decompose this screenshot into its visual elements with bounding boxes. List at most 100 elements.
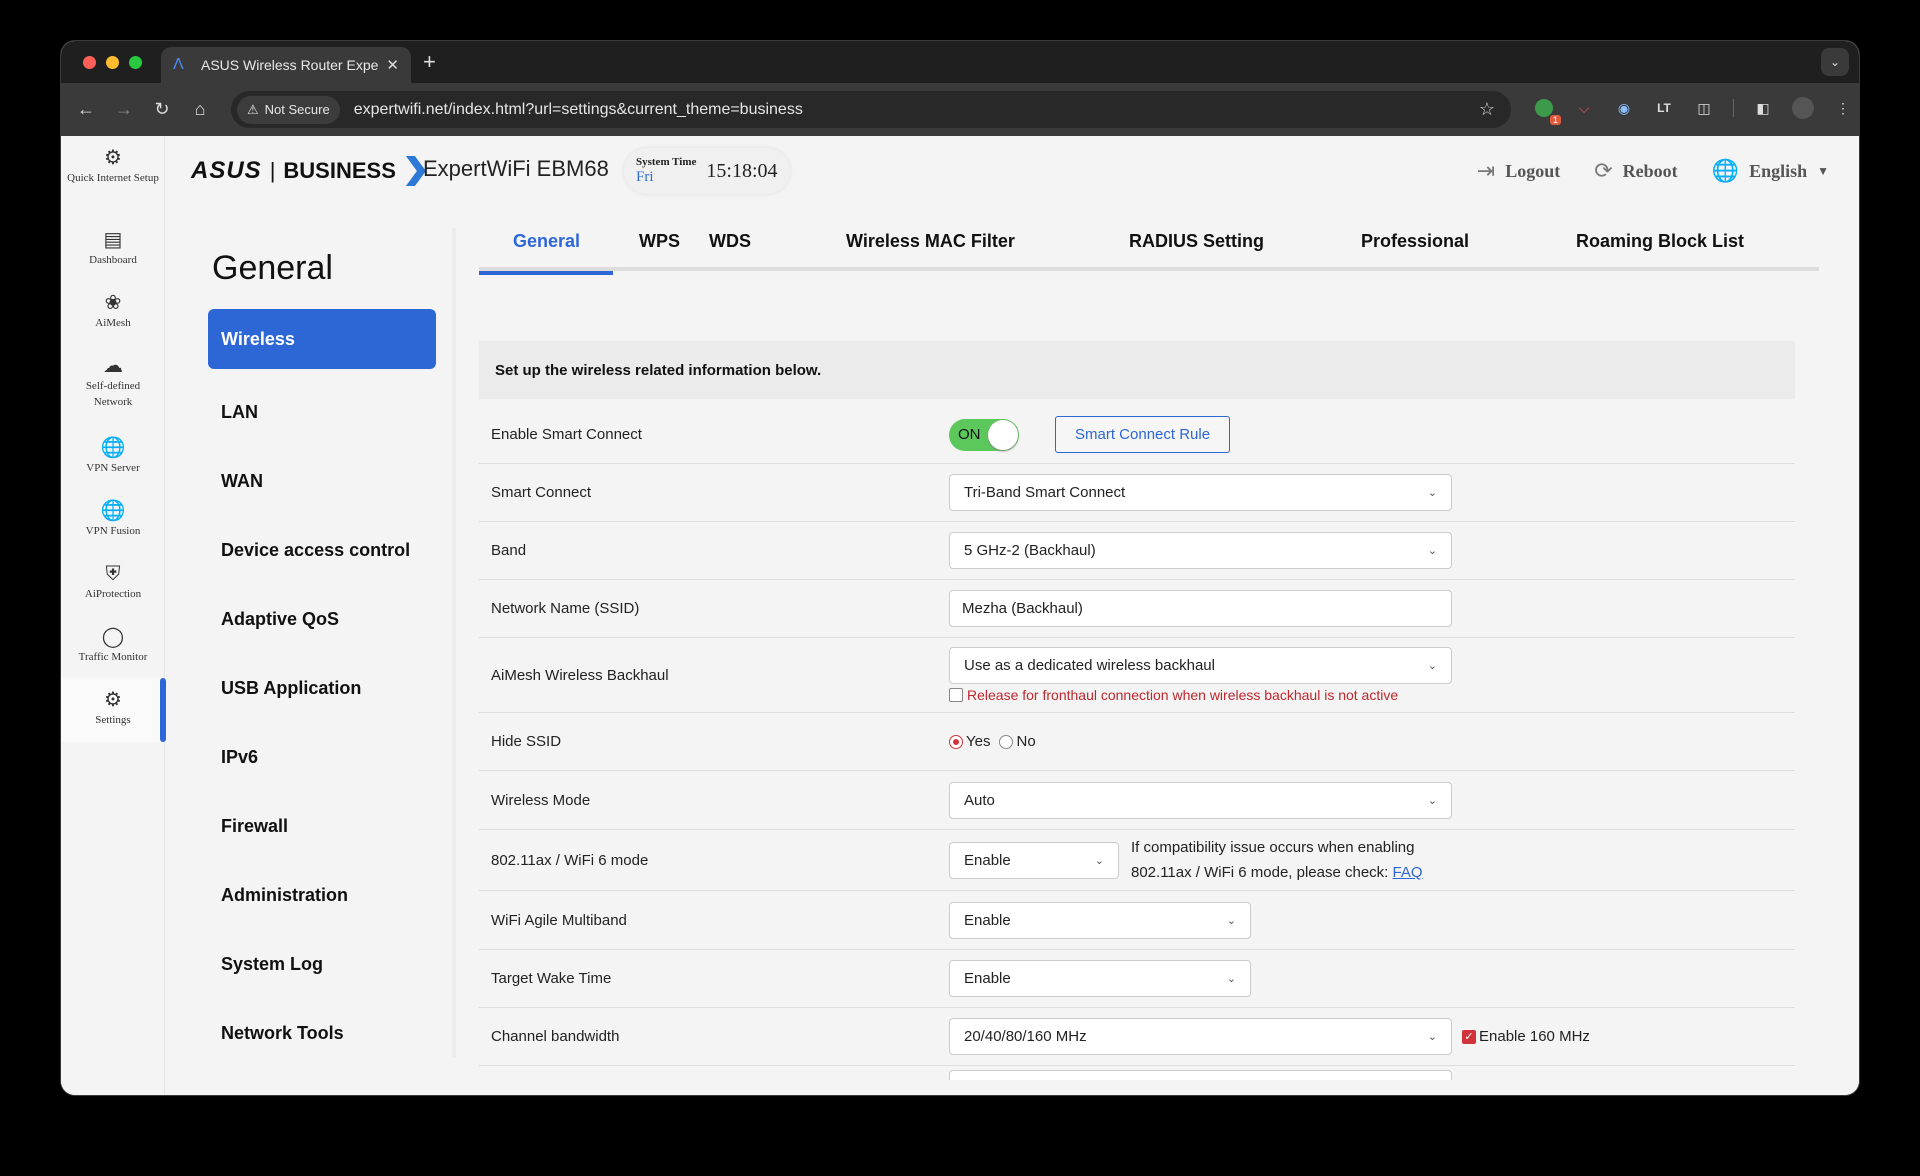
chevron-down-icon: ⌄: [1427, 660, 1437, 672]
subnav-wan[interactable]: WAN: [208, 447, 436, 516]
tab-search-button[interactable]: ⌄: [1821, 48, 1849, 76]
target-wake-time-select[interactable]: Enable ⌄: [949, 960, 1251, 997]
nav-traffic-monitor[interactable]: ◯ Traffic Monitor: [61, 625, 165, 665]
hide-ssid-yes-radio[interactable]: [949, 734, 963, 749]
field-label: Band: [491, 542, 527, 559]
nav-vpn-server[interactable]: 🌐 VPN Server: [61, 436, 165, 476]
fronthaul-release-option: Release for fronthaul connection when wi…: [949, 687, 1452, 703]
profile-avatar[interactable]: [1792, 97, 1814, 119]
vpn-fusion-icon: 🌐: [100, 500, 126, 522]
wireless-settings-form: Enable Smart Connect ON Smart Connect Ru…: [479, 406, 1795, 1080]
logo-divider: |: [269, 158, 276, 183]
wireless-tabs: General WPS WDS Wireless MAC Filter RADI…: [479, 231, 1819, 275]
language-select[interactable]: 🌐 English ▼: [1712, 158, 1829, 184]
reboot-button[interactable]: ⟳ Reboot: [1594, 158, 1677, 184]
subnav-device-access-control[interactable]: Device access control: [208, 516, 436, 585]
nav-vpn-fusion[interactable]: 🌐 VPN Fusion: [61, 499, 165, 539]
fronthaul-release-checkbox[interactable]: [949, 688, 963, 702]
smart-connect-toggle[interactable]: ON: [949, 418, 1019, 451]
agile-multiband-select[interactable]: Enable ⌄: [949, 901, 1251, 939]
wifi6-mode-select[interactable]: Enable ⌄: [949, 841, 1119, 879]
system-time-label: System Time: [636, 156, 697, 168]
address-bar[interactable]: ⚠ Not Secure expertwifi.net/index.html?u…: [231, 91, 1511, 128]
bookmark-star-icon[interactable]: ☆: [1479, 99, 1495, 120]
back-button[interactable]: ←: [67, 99, 105, 120]
fronthaul-note: Release for fronthaul connection when wi…: [967, 687, 1399, 703]
tab-roaming-block-list[interactable]: Roaming Block List: [1576, 231, 1744, 271]
nav-aimesh[interactable]: ❀ AiMesh: [61, 291, 165, 331]
tab-wps[interactable]: WPS: [613, 231, 709, 271]
field-label: Enable Smart Connect: [491, 426, 642, 443]
field-label: WiFi Agile Multiband: [491, 911, 627, 929]
partial-select[interactable]: [949, 1070, 1452, 1080]
nav-label: Traffic Monitor: [78, 651, 148, 663]
chevron-down-icon: ⌄: [1427, 545, 1437, 557]
close-tab-icon[interactable]: ✕: [386, 56, 399, 74]
nav-self-defined-network[interactable]: ☁ Self-defined Network: [61, 354, 165, 410]
row-agile-multiband: WiFi Agile Multiband Enable ⌄: [479, 891, 1795, 950]
close-window-button[interactable]: [83, 56, 96, 69]
globe-icon: 🌐: [1711, 158, 1740, 183]
nav-quick-internet-setup[interactable]: ⚙ Quick Internet Setup: [61, 146, 165, 186]
subnav-system-log[interactable]: System Log: [208, 930, 436, 999]
extensions-puzzle-icon[interactable]: ◫: [1693, 97, 1715, 119]
subnav-lan[interactable]: LAN: [208, 378, 436, 447]
subnav-ipv6[interactable]: IPv6: [208, 723, 436, 792]
tab-radius-setting[interactable]: RADIUS Setting: [1129, 231, 1361, 271]
subnav-usb-application[interactable]: USB Application: [208, 654, 436, 723]
tab-wds[interactable]: WDS: [709, 231, 846, 271]
forward-button[interactable]: →: [105, 99, 143, 120]
wireless-mode-select[interactable]: Auto ⌄: [949, 781, 1452, 819]
faq-link[interactable]: FAQ: [1393, 864, 1423, 881]
reload-button[interactable]: ↻: [143, 99, 181, 120]
select-value: Enable: [964, 970, 1011, 987]
hide-ssid-no-radio[interactable]: [999, 734, 1014, 749]
home-button[interactable]: ⌂: [181, 99, 219, 120]
browser-tab[interactable]: Λ ASUS Wireless Router Expert ✕: [161, 47, 411, 83]
subnav-firewall[interactable]: Firewall: [208, 792, 436, 861]
select-value: Tri-Band Smart Connect: [964, 484, 1126, 501]
subnav-adaptive-qos[interactable]: Adaptive QoS: [208, 585, 436, 654]
tab-professional[interactable]: Professional: [1361, 231, 1576, 271]
aiprotection-icon: ⛨: [105, 563, 121, 585]
browser-menu-icon[interactable]: ⋮: [1832, 97, 1854, 119]
languagetool-icon[interactable]: LT: [1653, 97, 1675, 119]
aimesh-backhaul-select[interactable]: Use as a dedicated wireless backhaul ⌄: [949, 647, 1452, 684]
maximize-window-button[interactable]: [129, 56, 142, 69]
band-select[interactable]: 5 GHz-2 (Backhaul) ⌄: [949, 532, 1452, 569]
reboot-label: Reboot: [1622, 160, 1678, 181]
security-chip[interactable]: ⚠ Not Secure: [237, 95, 340, 124]
toggle-state: ON: [958, 426, 981, 443]
logout-button[interactable]: ⇥ Logout: [1477, 158, 1560, 184]
side-panel-icon[interactable]: ◧: [1752, 97, 1774, 119]
logout-label: Logout: [1505, 160, 1561, 181]
smart-connect-rule-button[interactable]: Smart Connect Rule: [1055, 416, 1231, 453]
select-value: Enable: [964, 911, 1011, 929]
tab-general[interactable]: General: [479, 231, 613, 275]
password-manager-icon[interactable]: ◉: [1613, 97, 1635, 119]
field-label: Wireless Mode: [491, 791, 591, 809]
ssid-input[interactable]: Mezha (Backhaul): [949, 590, 1452, 627]
nav-settings[interactable]: ⚙ Settings: [61, 678, 165, 742]
language-label: English: [1749, 160, 1808, 181]
subnav-administration[interactable]: Administration: [208, 861, 436, 930]
chevron-down-icon: ⌄: [1427, 1031, 1437, 1043]
subnav-wireless[interactable]: Wireless: [208, 309, 436, 369]
nav-aiprotection[interactable]: ⛨ AiProtection: [61, 562, 165, 602]
system-time: System Time Fri 15:18:04: [624, 148, 790, 194]
extension-green-icon[interactable]: 1: [1533, 97, 1561, 125]
new-tab-button[interactable]: +: [423, 49, 436, 75]
field-label: Channel bandwidth: [491, 1028, 620, 1045]
channel-bandwidth-select[interactable]: 20/40/80/160 MHz ⌄: [949, 1018, 1452, 1055]
toolbar-separator: [1733, 99, 1734, 117]
enable-160mhz-checkbox[interactable]: ✓: [1462, 1029, 1476, 1044]
pocket-icon[interactable]: ⌵: [1573, 97, 1595, 119]
field-label: Target Wake Time: [491, 970, 612, 987]
nav-dashboard[interactable]: ▤ Dashboard: [61, 228, 165, 268]
tab-wireless-mac-filter[interactable]: Wireless MAC Filter: [846, 231, 1129, 271]
url-text[interactable]: expertwifi.net/index.html?url=settings&c…: [354, 101, 803, 119]
asus-business-logo: ASUS | BUSINESS: [191, 156, 426, 186]
minimize-window-button[interactable]: [106, 56, 119, 69]
subnav-network-tools[interactable]: Network Tools: [208, 999, 436, 1068]
smart-connect-select[interactable]: Tri-Band Smart Connect ⌄: [949, 474, 1452, 511]
